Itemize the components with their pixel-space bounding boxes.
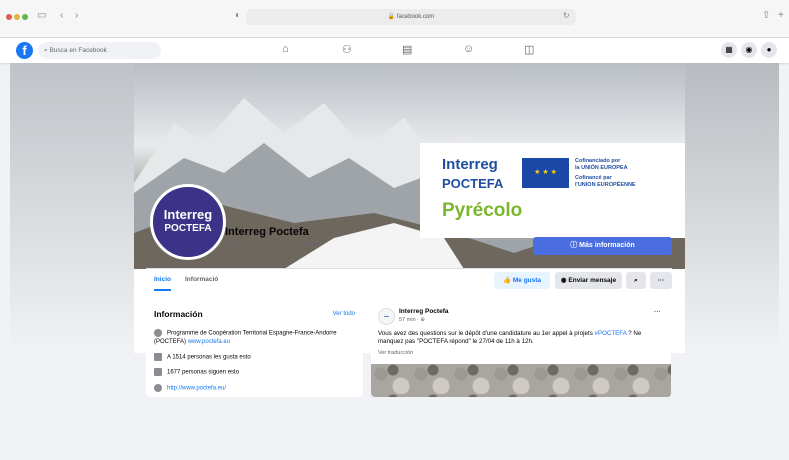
address-bar[interactable]: 🔒 facebook.com <box>246 9 576 25</box>
avatar-line-1: Interreg <box>163 207 213 222</box>
eu-line-4: l'UNION EUROPÉENNE <box>575 181 636 188</box>
globe-icon <box>154 384 162 392</box>
send-message-button[interactable]: ◉ Enviar mensaje <box>555 272 622 289</box>
menu-grid-icon[interactable]: ▦ <box>721 42 737 58</box>
info-card: Información Ver todo Programme de Coopér… <box>146 300 363 397</box>
close-window-button[interactable] <box>6 14 12 20</box>
eu-line-2: la UNIÓN EUROPEA <box>575 164 628 171</box>
info-likes: A 1514 personas les gusta esto <box>167 354 251 361</box>
home-icon[interactable]: ⌂ <box>282 43 289 55</box>
eu-cofinanced-es: Cofinanciado por la UNIÓN EUROPEA <box>575 158 628 171</box>
marketplace-icon[interactable]: ▤ <box>402 43 412 56</box>
info-likes-row: A 1514 personas les gusta esto <box>154 353 354 362</box>
post-author[interactable]: Interreg Poctefa <box>399 308 449 315</box>
groups-icon[interactable]: ☺ <box>463 43 474 55</box>
thumbs-up-icon <box>154 353 162 361</box>
sidebar-icon[interactable]: ▭ <box>37 10 46 21</box>
info-description-link[interactable]: www.poctefa.eu <box>188 339 230 345</box>
post-text: Vous avez des questions sur le dépôt d'u… <box>378 330 668 346</box>
cover-blur-left <box>10 63 134 353</box>
more-info-label: Más información <box>579 242 635 249</box>
search-input[interactable]: ⌕ Busca en Facebook <box>38 42 161 59</box>
tab-home[interactable]: Inicio <box>154 276 171 291</box>
page-search-button[interactable]: ⌕ <box>626 272 646 289</box>
info-circle-icon <box>154 329 162 337</box>
facebook-header: f ⌕ Busca en Facebook ⌂ ⚇ ▤ ☺ ◫ ▦ ◉ ● <box>0 38 789 63</box>
notifications-icon[interactable]: ● <box>761 42 777 58</box>
more-dots-icon: ··· <box>657 277 665 284</box>
share-icon[interactable]: ⇧ <box>762 10 770 21</box>
info-followers-row: 1677 personas siguen esto <box>154 368 354 377</box>
send-message-label: Enviar mensaje <box>568 277 617 284</box>
cover-blur-right <box>685 63 779 353</box>
like-label: Me gusta <box>512 277 542 284</box>
post-card: ━━ Interreg Poctefa 57 min · ⊕ ··· Vous … <box>371 300 671 397</box>
friends-icon[interactable]: ⚇ <box>342 43 352 56</box>
minimize-window-button[interactable] <box>14 14 20 20</box>
thumbs-up-icon: 👍 <box>502 277 512 284</box>
external-link-icon: ↗ <box>582 258 587 264</box>
address-text: facebook.com <box>396 14 435 20</box>
new-tab-icon[interactable]: + <box>778 10 784 21</box>
forward-icon[interactable]: › <box>75 10 78 21</box>
page-content: Interreg POCTEFA ★ ★ ★ Cofinanciado por … <box>0 63 789 460</box>
follow-check-icon <box>154 368 162 376</box>
messenger-icon[interactable]: ◉ <box>741 42 757 58</box>
info-website-row: http://www.poctefa.eu/ <box>154 384 354 393</box>
see-translation-link[interactable]: Ver traducción <box>378 350 413 356</box>
post-avatar[interactable]: ━━ <box>378 308 395 325</box>
post-timestamp[interactable]: 57 min · ⊕ <box>399 317 425 323</box>
pyrecolo-logo-text: Pyrécolo <box>442 200 523 221</box>
search-placeholder: Busca en Facebook <box>49 47 107 54</box>
facebook-logo-icon[interactable]: f <box>16 42 33 59</box>
reload-icon[interactable]: ↻ <box>563 11 570 20</box>
eu-flag-icon: ★ ★ ★ <box>522 158 569 188</box>
tab-info[interactable]: Informació <box>185 276 218 283</box>
page-title: Interreg Poctefa <box>225 226 309 238</box>
post-time-label: 57 min <box>399 317 416 323</box>
more-options-button[interactable]: ··· <box>650 272 672 289</box>
back-icon[interactable]: ‹ <box>60 10 63 21</box>
avatar[interactable]: Interreg POCTEFA <box>150 184 226 260</box>
poctefa-logo-text: POCTEFA <box>442 176 504 191</box>
info-followers: 1677 personas siguen esto <box>167 369 240 376</box>
avatar-line-2: POCTEFA <box>164 223 212 234</box>
post-image[interactable] <box>371 364 671 397</box>
search-icon: ⌕ <box>44 47 48 54</box>
website-small-label: poctefa.eu <box>588 258 614 264</box>
browser-toolbar: ▭ ‹ › ◐ 🔒 facebook.com ↻ ⇧ + <box>0 0 789 38</box>
messenger-small-icon: ◉ <box>560 277 567 284</box>
post-more-icon[interactable]: ··· <box>654 309 661 316</box>
like-button[interactable]: 👍 Me gusta <box>494 272 550 289</box>
globe-icon: ⊕ <box>420 317 426 323</box>
info-description-row: Programme de Coopération Territorial Esp… <box>154 329 354 346</box>
search-icon: ⌕ <box>634 277 638 284</box>
see-all-link[interactable]: Ver todo <box>333 311 355 317</box>
page-handle: @InterregPOCTEFA · Comunidad <box>225 240 323 247</box>
sponsor-banner: Interreg POCTEFA ★ ★ ★ Cofinanciado por … <box>420 143 685 238</box>
info-title: Información <box>154 309 203 319</box>
lock-icon: 🔒 <box>387 14 396 20</box>
post-hashtag[interactable]: #POCTEFA <box>595 330 627 337</box>
info-icon: ⓘ <box>570 242 578 249</box>
more-info-button[interactable]: ⓘ Más información <box>533 237 672 255</box>
profile-divider <box>146 268 672 269</box>
zoom-window-button[interactable] <box>22 14 28 20</box>
privacy-shield-icon[interactable]: ◐ <box>235 10 241 21</box>
interreg-logo-text: Interreg <box>442 156 498 173</box>
post-text-before: Vous avez des questions sur le dépôt d'u… <box>378 330 595 337</box>
gaming-icon[interactable]: ◫ <box>524 43 534 56</box>
website-link-small[interactable]: ↗ poctefa.eu <box>582 258 614 264</box>
eu-line-1: Cofinanciado por <box>575 158 621 164</box>
eu-cofinanced-fr: Cofinancé par l'UNION EUROPÉENNE <box>575 175 636 188</box>
info-description: Programme de Coopération Territorial Esp… <box>154 330 337 345</box>
info-website-link[interactable]: http://www.poctefa.eu/ <box>167 386 226 392</box>
